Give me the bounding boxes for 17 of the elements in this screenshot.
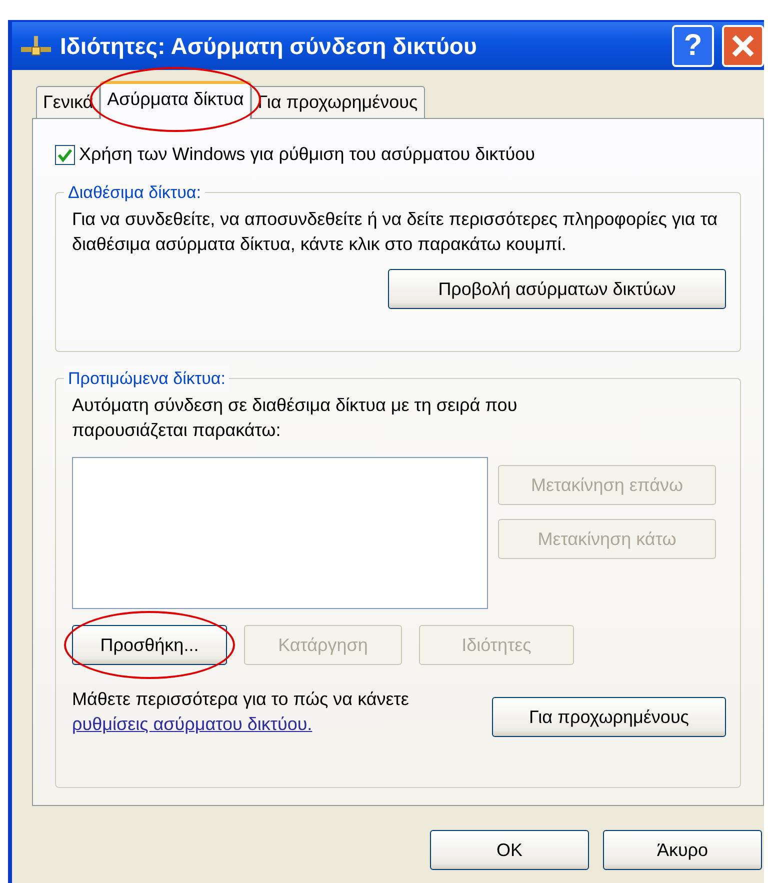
help-button[interactable]: ? [672, 25, 714, 67]
description-text: Για να συνδεθείτε, να αποσυνδεθείτε ή να δείτε περισσότερες πληροφορίες για τα διαθέσιμα ασύρματα δίκτυα, κάντε κλικ στο παρακάτω κουμπί. [72, 208, 719, 256]
view-networks-button[interactable]: Προβολή ασύρματων δικτύων [388, 269, 726, 309]
help-text: Μάθετε περισσότερα για το πώς να κάνετε ρυθμίσεις ασύρματου δικτύου. [72, 688, 410, 736]
network-icon [20, 35, 52, 57]
advanced-button[interactable]: Για προχωρημένους [492, 697, 726, 737]
close-button[interactable] [722, 25, 764, 67]
cancel-button[interactable]: Άκυρο [603, 830, 762, 870]
ok-button[interactable]: OK [430, 830, 589, 870]
add-button[interactable]: Προσθήκη... [72, 625, 227, 665]
tab[interactable]: Ασύρματα δίκτυα [100, 81, 251, 119]
checkbox[interactable] [55, 144, 75, 164]
window-title: Ιδιότητες: Ασύρματη σύνδεση δικτύου [60, 32, 478, 61]
description-text: Αυτόματη σύνδεση σε διαθέσιμα δίκτυα με τη σειρά που παρουσιάζεται παρακάτω: [72, 394, 518, 442]
group-label: Προτιμώμενα δίκτυα: [64, 366, 230, 392]
checkbox-label: Χρήση των Windows για ρύθμιση του ασύρματου δικτύου [79, 143, 535, 166]
settings-link[interactable]: ρυθμίσεις ασύρματου δικτύου. [72, 714, 312, 734]
